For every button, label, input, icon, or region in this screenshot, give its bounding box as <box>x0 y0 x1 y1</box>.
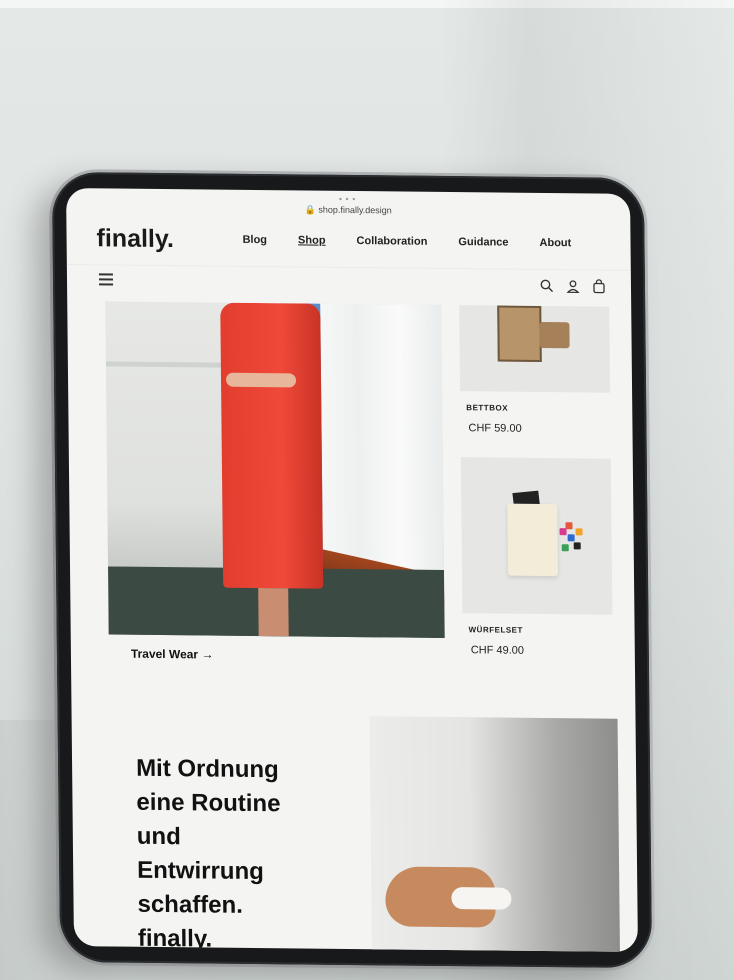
product-price: CHF 59.00 <box>468 422 522 435</box>
nav-link-blog[interactable]: Blog <box>242 234 267 246</box>
product-image-wuerfelset[interactable] <box>460 457 613 615</box>
nav-link-guidance[interactable]: Guidance <box>458 236 508 249</box>
product-title[interactable]: BETTBOX <box>466 403 610 414</box>
product-price: CHF 49.00 <box>470 644 525 657</box>
red-dress <box>220 302 324 589</box>
site-header: finally. Blog Shop Collaboration Guidanc… <box>66 213 631 271</box>
tablet-screen: ••• 🔒 shop.finally.design finally. Blog … <box>66 187 638 953</box>
account-icon[interactable] <box>565 278 581 294</box>
page-content: Travel Wear → BETTBOX CHF 59.00 WÜRFELSE… <box>67 301 638 953</box>
tagline-line: eine Routine <box>136 788 281 818</box>
product-title[interactable]: WÜRFELSET <box>469 625 613 636</box>
tagline-line: und <box>136 822 181 851</box>
tagline-line: finally. <box>137 924 213 953</box>
site-logo[interactable]: finally. <box>96 224 174 254</box>
cart-icon[interactable] <box>591 278 607 294</box>
tagline-line: schaffen. <box>137 890 244 919</box>
main-nav: Blog Shop Collaboration Guidance About <box>242 234 571 249</box>
hand-product-photo <box>369 716 621 953</box>
tagline: Mit Ordnung eine Routine und Entwirrung … <box>136 752 338 952</box>
tagline-line: Entwirrung <box>137 856 264 886</box>
travel-wear-link[interactable]: Travel Wear → <box>131 647 214 662</box>
curtain <box>315 303 445 575</box>
product-card-bettbox[interactable]: BETTBOX CHF 59.00 <box>459 305 611 436</box>
nav-link-shop[interactable]: Shop <box>298 234 326 246</box>
tablet-device: ••• 🔒 shop.finally.design finally. Blog … <box>51 171 653 969</box>
product-image-bettbox[interactable] <box>459 305 611 393</box>
tagline-line: Mit Ordnung <box>135 754 279 784</box>
site-toolbar <box>67 265 631 307</box>
nav-link-about[interactable]: About <box>539 237 571 249</box>
product-card-wuerfelset[interactable]: WÜRFELSET CHF 49.00 <box>460 457 613 658</box>
search-icon[interactable] <box>539 278 555 294</box>
pouch <box>507 503 559 577</box>
menu-icon[interactable] <box>98 273 114 288</box>
travel-wear-image[interactable] <box>105 301 445 638</box>
nav-link-collaboration[interactable]: Collaboration <box>356 235 427 248</box>
header-icons <box>539 278 607 295</box>
